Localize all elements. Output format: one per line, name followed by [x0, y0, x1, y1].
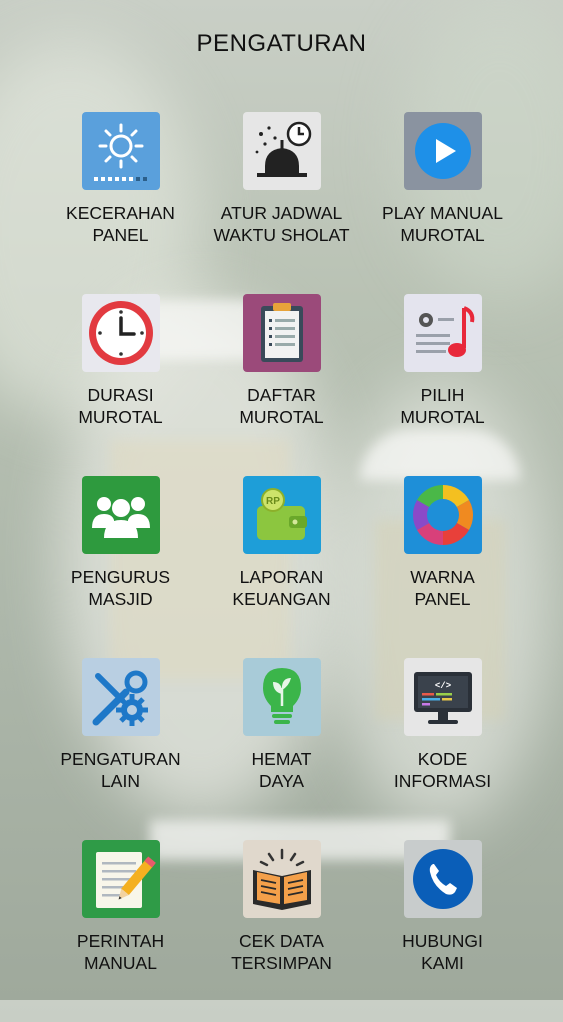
- menu-label: KODE INFORMASI: [393, 749, 492, 791]
- menu-daftar-murotal[interactable]: DAFTAR MUROTAL: [201, 294, 362, 476]
- menu-label: KECERAHAN PANEL: [66, 203, 175, 245]
- menu-cek-data-tersimpan[interactable]: CEK DATA TERSIMPAN: [201, 840, 362, 1022]
- menu-perintah-manual[interactable]: PERINTAH MANUAL: [40, 840, 201, 1022]
- menu-laporan-keuangan[interactable]: RP LAPORAN KEUANGAN: [201, 476, 362, 658]
- svg-text:RP: RP: [266, 496, 280, 507]
- brightness-icon: [81, 112, 160, 190]
- menu-hemat-daya[interactable]: HEMAT DAYA: [201, 658, 362, 840]
- menu-label: PERINTAH MANUAL: [76, 931, 165, 973]
- menu-play-manual-murotal[interactable]: PLAY MANUAL MUROTAL: [362, 112, 523, 294]
- menu-atur-jadwal-waktu-sholat[interactable]: ATUR JADWAL WAKTU SHOLAT: [201, 112, 362, 294]
- menu-label: DURASI MUROTAL: [78, 385, 163, 427]
- menu-kecerahan-panel[interactable]: KECERAHAN PANEL: [40, 112, 201, 294]
- svg-text:</>: </>: [434, 681, 450, 691]
- notepad-pencil-icon: [81, 840, 160, 918]
- color-wheel-icon: [403, 476, 482, 554]
- menu-label: CEK DATA TERSIMPAN: [231, 931, 332, 973]
- menu-pilih-murotal[interactable]: PILIH MUROTAL: [362, 294, 523, 476]
- settings-grid: KECERAHAN PANEL ATUR JADWAL WAKTU SHOLAT P…: [40, 112, 523, 1022]
- menu-label: PENGURUS MASJID: [70, 567, 171, 609]
- menu-label: HUBUNGI KAMI: [402, 931, 483, 973]
- menu-label: ATUR JADWAL WAKTU SHOLAT: [213, 203, 350, 245]
- menu-label: PLAY MANUAL MUROTAL: [382, 203, 503, 245]
- music-note-icon: [403, 294, 482, 372]
- eco-bulb-icon: [242, 658, 321, 736]
- play-icon: [403, 112, 482, 190]
- menu-hubungi-kami[interactable]: HUBUNGI KAMI: [362, 840, 523, 1022]
- menu-warna-panel[interactable]: WARNA PANEL: [362, 476, 523, 658]
- tools-gear-icon: [81, 658, 160, 736]
- menu-label: DAFTAR MUROTAL: [239, 385, 324, 427]
- menu-durasi-murotal[interactable]: DURASI MUROTAL: [40, 294, 201, 476]
- phone-icon: [403, 840, 482, 918]
- page-title: PENGATURAN: [196, 30, 367, 57]
- people-group-icon: [81, 476, 160, 554]
- mosque-clock-icon: [242, 112, 321, 190]
- clipboard-list-icon: [242, 294, 321, 372]
- menu-pengaturan-lain[interactable]: PENGATURAN LAIN: [40, 658, 201, 840]
- menu-label: PILIH MUROTAL: [400, 385, 485, 427]
- menu-kode-informasi[interactable]: </> KODE INFORMASI: [362, 658, 523, 840]
- menu-label: LAPORAN KEUANGAN: [232, 567, 331, 609]
- menu-label: HEMAT DAYA: [251, 749, 312, 791]
- menu-pengurus-masjid[interactable]: PENGURUS MASJID: [40, 476, 201, 658]
- menu-label: WARNA PANEL: [410, 567, 475, 609]
- menu-label: PENGATURAN LAIN: [60, 749, 181, 791]
- clock-icon: [81, 294, 160, 372]
- open-book-icon: [242, 840, 321, 918]
- wallet-icon: RP: [242, 476, 321, 554]
- code-monitor-icon: </>: [403, 658, 482, 736]
